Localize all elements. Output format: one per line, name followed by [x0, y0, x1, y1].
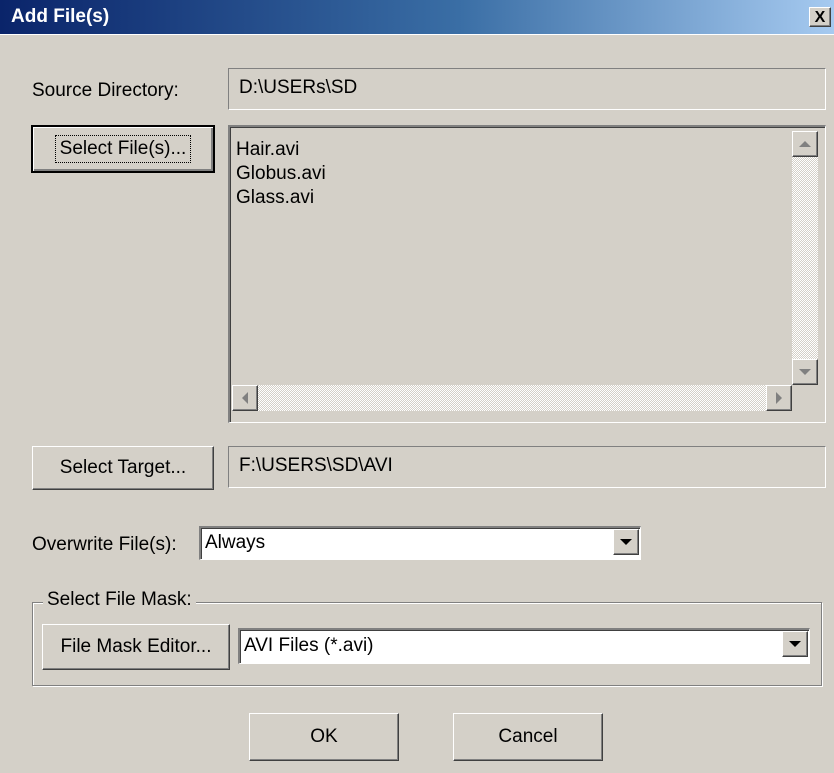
overwrite-dropdown-button[interactable] [613, 529, 639, 555]
arrow-right-icon [776, 392, 782, 404]
file-list[interactable]: Hair.avi Globus.avi Glass.avi [228, 125, 826, 423]
target-directory-field: F:\USERS\SD\AVI [228, 446, 826, 488]
ok-button[interactable]: OK [249, 713, 399, 761]
cancel-label: Cancel [498, 726, 558, 747]
title-bar: Add File(s) X [0, 0, 834, 35]
file-mask-group-label: Select File Mask: [43, 589, 196, 611]
overwrite-dropdown[interactable]: Always [199, 526, 641, 560]
scrollbar-corner [792, 385, 818, 411]
source-directory-value: D:\USERs\SD [239, 77, 358, 98]
source-directory-field: D:\USERs\SD [228, 68, 826, 110]
select-files-label: Select File(s)... [54, 135, 192, 163]
arrow-left-icon [242, 392, 248, 404]
file-mask-editor-button[interactable]: File Mask Editor... [42, 624, 230, 670]
arrow-up-icon [799, 141, 811, 147]
source-directory-label: Source Directory: [32, 80, 179, 101]
chevron-down-icon [620, 539, 632, 545]
scroll-right-button[interactable] [766, 385, 792, 411]
window-title: Add File(s) [11, 6, 110, 27]
vertical-scrollbar[interactable] [792, 131, 818, 385]
cancel-button[interactable]: Cancel [453, 713, 603, 761]
scroll-up-button[interactable] [792, 131, 818, 157]
select-target-label: Select Target... [59, 457, 187, 478]
file-mask-editor-label: File Mask Editor... [60, 636, 212, 657]
close-icon: X [814, 9, 826, 26]
arrow-down-icon [799, 369, 811, 375]
ok-label: OK [310, 726, 338, 747]
file-mask-dropdown[interactable]: AVI Files (*.avi) [238, 628, 810, 664]
scroll-down-button[interactable] [792, 359, 818, 385]
file-list-item[interactable]: Globus.avi [236, 163, 326, 185]
horizontal-scrollbar[interactable] [232, 385, 792, 411]
select-files-button[interactable]: Select File(s)... [31, 125, 215, 173]
file-mask-value: AVI Files (*.avi) [244, 635, 374, 656]
file-list-item[interactable]: Glass.avi [236, 187, 314, 209]
target-directory-value: F:\USERS\SD\AVI [239, 455, 393, 476]
overwrite-label: Overwrite File(s): [32, 534, 177, 555]
chevron-down-icon [789, 641, 801, 647]
file-list-item[interactable]: Hair.avi [236, 139, 299, 161]
overwrite-value: Always [205, 532, 266, 553]
select-target-button[interactable]: Select Target... [32, 446, 214, 490]
close-button[interactable]: X [809, 7, 831, 27]
file-mask-dropdown-button[interactable] [782, 631, 808, 657]
scroll-left-button[interactable] [232, 385, 258, 411]
